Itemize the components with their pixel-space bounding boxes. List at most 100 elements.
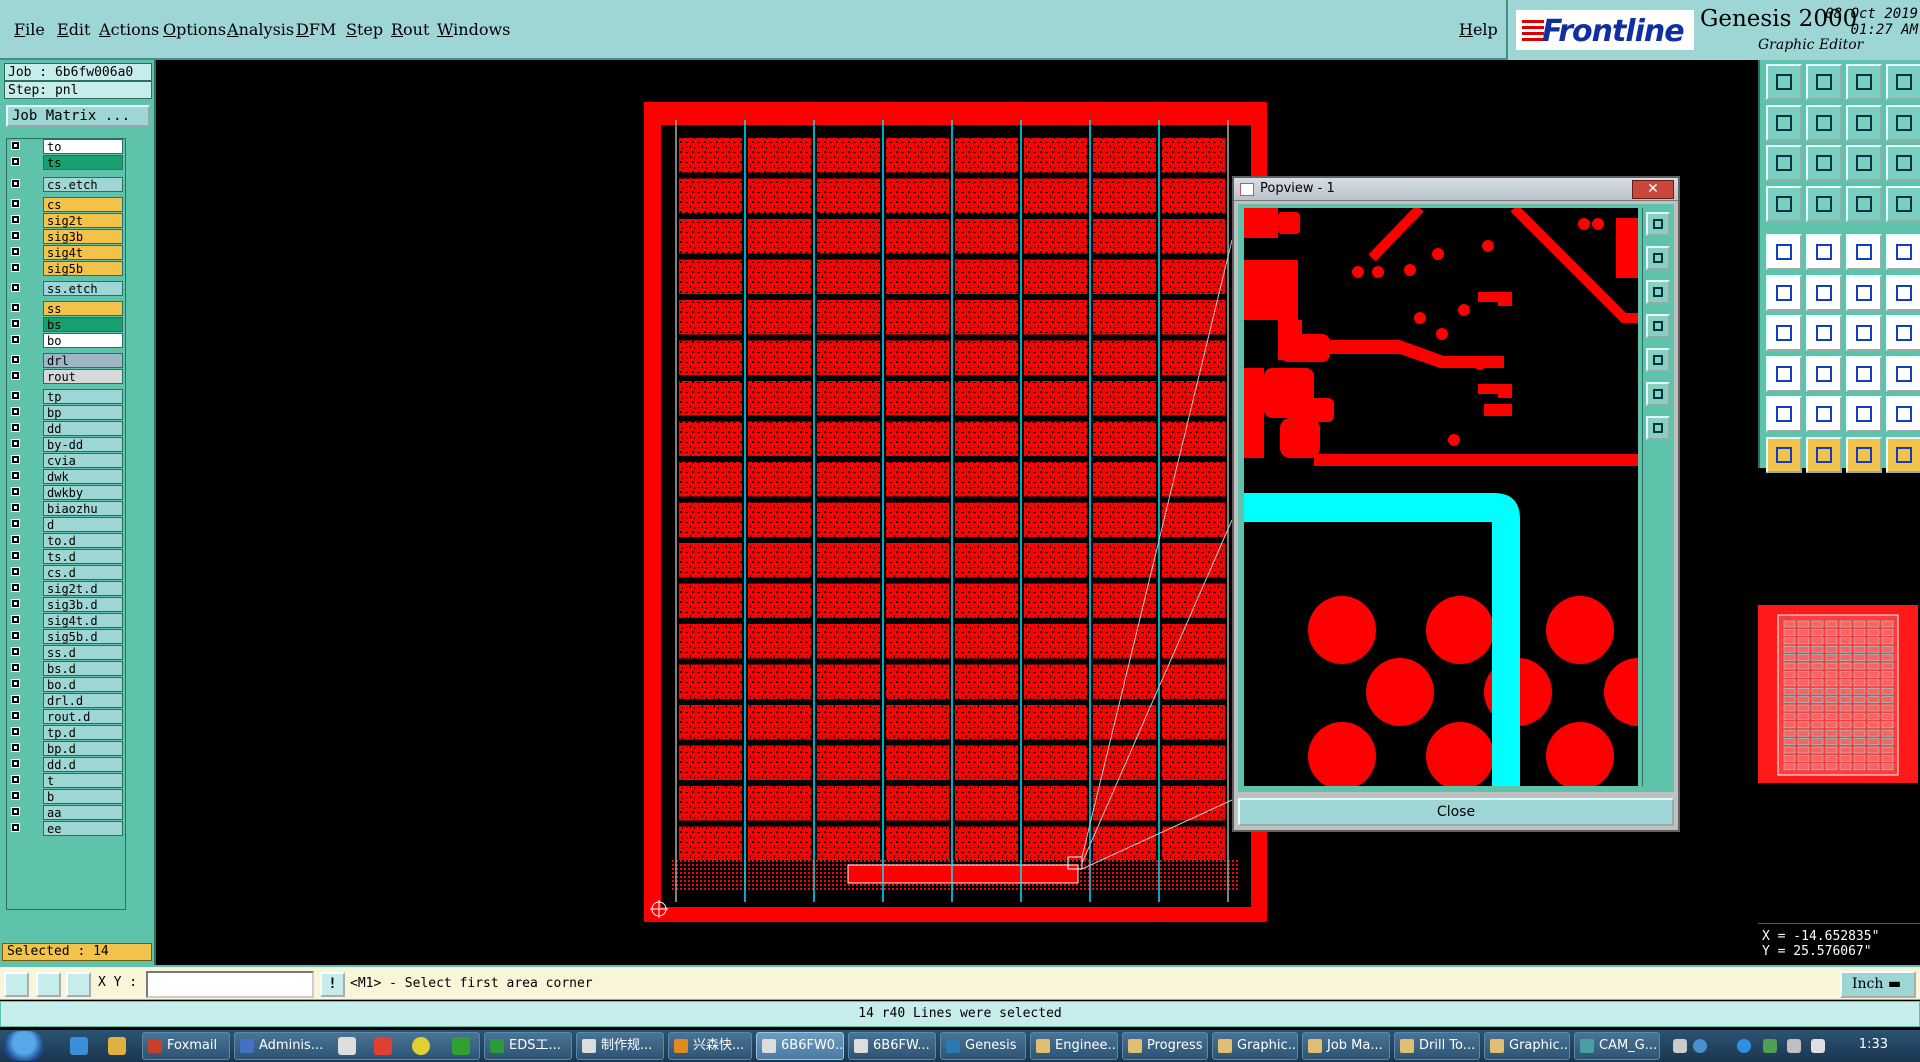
layer-checkbox[interactable] [11,303,20,312]
layer-name[interactable]: drl.d [43,693,123,708]
layer-checkbox[interactable] [11,599,20,608]
layer-name[interactable]: cs.etch [43,177,123,192]
layout-icon[interactable] [1886,64,1920,100]
layer-name[interactable]: bo.d [43,677,123,692]
menu-analysis[interactable]: Analysis [227,20,294,39]
layer-row-cs.etch[interactable]: cs.etch [7,177,125,192]
layer-name[interactable]: dd.d [43,757,123,772]
layer-row-sig3b.d[interactable]: sig3b.d [7,597,125,612]
prev-icon[interactable] [1766,104,1802,141]
menu-file[interactable]: File [14,20,45,39]
layer-name[interactable]: sig4t.d [43,613,123,628]
layer-row-dwkby[interactable]: dwkby [7,485,125,500]
layer-checkbox[interactable] [11,455,20,464]
layers-icon[interactable] [1846,185,1882,222]
layer-row-sig5b[interactable]: sig5b [7,261,125,276]
menu-actions[interactable]: Actions [99,20,159,39]
taskbar-item[interactable]: 兴森快... [668,1032,752,1060]
layer-checkbox[interactable] [11,647,20,656]
layer-checkbox[interactable] [11,355,20,364]
taskbar-item[interactable]: EDS工... [484,1032,572,1060]
layer-checkbox[interactable] [11,791,20,800]
draw-line-icon[interactable] [1766,315,1802,351]
layer-row-ss.d[interactable]: ss.d [7,645,125,660]
layer-row-ss.etch[interactable]: ss.etch [7,281,125,296]
layer-checkbox[interactable] [11,519,20,528]
grid-icon[interactable] [1806,185,1842,222]
layer-name[interactable]: ss.d [43,645,123,660]
ie-icon[interactable] [70,1037,88,1055]
layer-checkbox[interactable] [11,615,20,624]
layer-name[interactable]: bs [43,317,123,332]
layer-name[interactable]: dwkby [43,485,123,500]
menu-rout[interactable]: Rout [391,20,429,39]
layer-checkbox[interactable] [11,215,20,224]
layer-row-ee[interactable]: ee [7,821,125,836]
job-matrix-button[interactable]: Job Matrix ... [6,105,150,127]
layer-name[interactable]: bp [43,405,123,420]
zoom-fit-icon[interactable] [1806,145,1842,181]
layer-checkbox[interactable] [11,631,20,640]
layer-row-b[interactable]: b [7,789,125,804]
line-icon[interactable] [1846,274,1882,311]
layer-checkbox[interactable] [11,695,20,704]
snap-icon[interactable] [1846,104,1882,141]
xy-input[interactable] [146,971,314,998]
layer-name[interactable]: bo [43,333,123,348]
layer-name[interactable]: sig3b.d [43,597,123,612]
layer-row-sig2t.d[interactable]: sig2t.d [7,581,125,596]
ruler-icon[interactable] [1846,234,1882,270]
zoom-out-icon[interactable] [1646,416,1670,440]
layer-name[interactable]: aa [43,805,123,820]
grid-icon[interactable] [66,972,91,997]
layer-name[interactable]: tp.d [43,725,123,740]
layer-name[interactable]: sig2t [43,213,123,228]
clock[interactable]: 1:33 [1859,1037,1888,1052]
layer-row-bp[interactable]: bp [7,405,125,420]
layer-checkbox[interactable] [11,371,20,380]
taskbar-item[interactable]: 6B6FW... [848,1032,936,1060]
popview-titlebar[interactable]: Popview - 1 ✕ [1234,178,1678,201]
layer-checkbox[interactable] [11,141,20,150]
layer-row-sig4t[interactable]: sig4t [7,245,125,260]
slash-icon[interactable] [1806,315,1842,351]
layer-attr-icon[interactable] [1886,185,1920,222]
layer-name[interactable]: cs [43,197,123,212]
layer-checkbox[interactable] [11,335,20,344]
close-icon[interactable]: ✕ [1632,180,1674,199]
pan-up-icon[interactable] [1646,246,1670,270]
zoom-box-icon[interactable] [1766,145,1802,181]
layer-checkbox[interactable] [11,807,20,816]
menu-step[interactable]: Step [346,20,383,39]
layer-name[interactable]: ee [43,821,123,836]
layer-checkbox[interactable] [11,391,20,400]
pan-right-icon[interactable] [1646,348,1670,372]
next-icon[interactable] [1806,104,1842,141]
help-icon[interactable] [1693,1039,1707,1053]
layer-row-dd[interactable]: dd [7,421,125,436]
layer-row-ts[interactable]: ts [7,155,125,170]
layer-row-aa[interactable]: aa [7,805,125,820]
layer-row-rout.d[interactable]: rout.d [7,709,125,724]
taskbar-item[interactable]: 制作规... [576,1032,664,1060]
layer-name[interactable]: dd [43,421,123,436]
settings-icon[interactable] [1766,185,1802,222]
layer-checkbox[interactable] [11,583,20,592]
layer-row-cs.d[interactable]: cs.d [7,565,125,580]
layer-name[interactable]: sig5b [43,261,123,276]
layer-checkbox[interactable] [11,439,20,448]
layer-checkbox[interactable] [11,199,20,208]
triangle-icon[interactable] [1766,396,1802,432]
popview-close-button[interactable]: Close [1238,798,1674,826]
taskbar-item[interactable]: Drill To... [1394,1032,1480,1060]
layer-row-ts.d[interactable]: ts.d [7,549,125,564]
layer-row-to[interactable]: to [7,139,125,154]
taskbar-item[interactable]: Genesis [940,1032,1026,1060]
layer-row-bp.d[interactable]: bp.d [7,741,125,756]
open-icon[interactable] [1766,64,1802,100]
layer-checkbox[interactable] [11,711,20,720]
layer-checkbox[interactable] [11,567,20,576]
taskbar-item[interactable]: CAM_G... [1574,1032,1660,1060]
layer-name[interactable]: sig3b [43,229,123,244]
pan-left-icon[interactable] [1646,314,1670,338]
